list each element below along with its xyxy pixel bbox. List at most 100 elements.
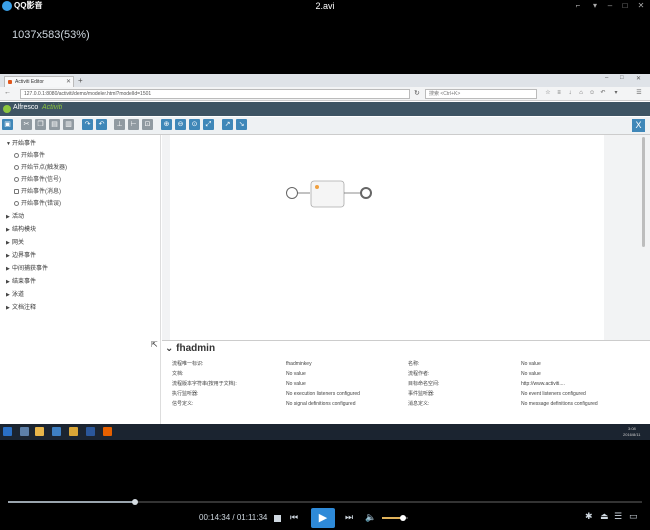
home-icon[interactable]: ⌂: [578, 90, 584, 97]
download-icon[interactable]: ↓: [567, 90, 573, 97]
menu-icon[interactable]: ▾: [588, 0, 602, 12]
prop-value[interactable]: No message definitions configured: [521, 401, 598, 408]
prop-value[interactable]: No value: [286, 381, 306, 388]
star-icon[interactable]: ☆: [545, 90, 551, 97]
prop-value[interactable]: http://www.activiti....: [521, 381, 565, 388]
firefox-icon[interactable]: [103, 427, 112, 436]
paste-icon[interactable]: ▤: [49, 119, 60, 130]
copy-icon[interactable]: ❐: [35, 119, 46, 130]
palette-category-annotations[interactable]: ▶ 文档注释: [6, 304, 36, 312]
folder-icon[interactable]: [69, 427, 78, 436]
prop-value[interactable]: No execution listeners configured: [286, 391, 360, 398]
stop-button[interactable]: [274, 515, 281, 522]
user-task-icon: [315, 185, 319, 189]
prop-value[interactable]: No event listeners configured: [521, 391, 586, 398]
start-menu-icon[interactable]: [3, 427, 12, 436]
tools-icon[interactable]: ✱: [585, 511, 593, 522]
back-icon[interactable]: ←: [4, 89, 11, 96]
canvas-scrollbar[interactable]: [642, 137, 645, 247]
search-box[interactable]: 搜索 <Ctrl+K>: [425, 89, 537, 99]
palette-category-boundary-events[interactable]: ▶ 边界事件: [6, 252, 36, 260]
pin-icon[interactable]: ⌐: [571, 0, 585, 12]
zoom-in-icon[interactable]: ⊕: [161, 119, 172, 130]
prop-label: 文档:: [172, 371, 184, 377]
browser-tab[interactable]: Activiti Editor ✕: [4, 76, 74, 87]
palette-item-message-start[interactable]: 开始事件(消息): [14, 188, 61, 196]
cut-icon[interactable]: ✂: [21, 119, 32, 130]
palette-category-start-events[interactable]: ▼开始事件: [6, 140, 36, 148]
ide-icon[interactable]: [52, 427, 61, 436]
palette-item-start-event[interactable]: 开始事件: [14, 152, 45, 160]
bend-remove-icon[interactable]: ↘: [236, 119, 247, 130]
next-button[interactable]: ⏭: [345, 512, 353, 523]
file-explorer-icon[interactable]: [35, 427, 44, 436]
volume-handle[interactable]: [399, 515, 406, 521]
hamburger-menu-icon[interactable]: ☰: [636, 90, 642, 97]
editor-toolbar: ▣ ✂ ❐ ▤ ▥ ↷ ↶ ⊥ ⊢ ⊡ ⊕ ⊖ ⊙ ⤢ ↗ ↘ X: [0, 117, 650, 135]
address-bar[interactable]: 127.0.0.1:8080/activiti/demo/modeler.htm…: [20, 89, 410, 99]
prop-value[interactable]: No signal definitions configured: [286, 401, 356, 408]
process-canvas[interactable]: [170, 135, 604, 340]
align-horizontal-icon[interactable]: ⊢: [128, 119, 139, 130]
minimize-icon[interactable]: –: [603, 0, 617, 12]
user-task-shape[interactable]: [310, 180, 345, 208]
play-button[interactable]: ▶: [311, 508, 335, 528]
eject-icon[interactable]: ⏏: [600, 511, 609, 522]
palette-item-timer-start[interactable]: 开始节点(触发器): [14, 164, 67, 172]
word-icon[interactable]: [86, 427, 95, 436]
save-model-icon[interactable]: ▣: [2, 119, 13, 130]
maximize-icon[interactable]: □: [618, 0, 632, 12]
circle-icon: [14, 153, 19, 158]
palette-category-swimlanes[interactable]: ▶ 泳道: [6, 291, 24, 299]
alfresco-logo-icon: [3, 105, 11, 113]
prop-value[interactable]: No value: [286, 371, 306, 378]
bend-add-icon[interactable]: ↗: [222, 119, 233, 130]
palette-item-error-start[interactable]: 开始事件(错误): [14, 200, 61, 208]
playlist-icon[interactable]: ☰: [614, 511, 622, 522]
redo-icon[interactable]: ↷: [82, 119, 93, 130]
task-view-icon[interactable]: [20, 427, 29, 436]
new-tab-icon[interactable]: +: [78, 76, 83, 86]
reading-list-icon[interactable]: ≡: [556, 90, 562, 97]
palette-category-end-events[interactable]: ▶ 结束事件: [6, 278, 36, 286]
zoom-out-icon[interactable]: ⊖: [175, 119, 186, 130]
canvas-area: [162, 135, 650, 340]
prop-value[interactable]: No value: [521, 371, 541, 378]
reload-icon[interactable]: ↻: [414, 89, 420, 97]
browser-close-icon[interactable]: ✕: [636, 75, 641, 82]
collapse-arrow-icon[interactable]: ⌄: [165, 343, 176, 354]
palette-category-activities[interactable]: ▶ 活动: [6, 213, 24, 221]
video-frame[interactable]: Activiti Editor ✕ + – □ ✕ ← 127.0.0.1:80…: [0, 74, 650, 440]
signal-icon: [14, 177, 19, 182]
palette-category-gateways[interactable]: ▶ 网关: [6, 239, 24, 247]
app-header: Alfresco Activiti: [0, 102, 650, 116]
browser-tab-strip: Activiti Editor ✕ + – □ ✕: [0, 74, 650, 87]
browser-maximize-icon[interactable]: □: [620, 75, 624, 81]
align-vertical-icon[interactable]: ⊥: [114, 119, 125, 130]
window-mode-icon[interactable]: ▭: [629, 511, 638, 522]
palette-category-intermediate-catch[interactable]: ▶ 中间捕获事件: [6, 265, 48, 273]
delete-icon[interactable]: ▥: [63, 119, 74, 130]
tab-close-icon[interactable]: ✕: [66, 77, 71, 87]
undo-icon[interactable]: ↶: [96, 119, 107, 130]
start-event-shape[interactable]: [286, 187, 298, 199]
seek-bar[interactable]: [8, 499, 642, 505]
zoom-actual-icon[interactable]: ⊙: [189, 119, 200, 130]
close-editor-button[interactable]: X: [632, 119, 645, 132]
previous-button[interactable]: ⏮: [290, 512, 298, 523]
volume-icon[interactable]: 🔈: [365, 512, 376, 523]
prop-value[interactable]: No value: [521, 361, 541, 368]
same-size-icon[interactable]: ⊡: [142, 119, 153, 130]
prop-value[interactable]: fhadminkey: [286, 361, 312, 368]
zoom-fit-icon[interactable]: ⤢: [203, 119, 214, 130]
volume-slider[interactable]: [382, 515, 408, 521]
end-event-shape[interactable]: [360, 187, 372, 199]
close-icon[interactable]: ✕: [634, 0, 648, 12]
dropdown-icon[interactable]: ▾: [613, 90, 619, 97]
browser-minimize-icon[interactable]: –: [605, 75, 608, 81]
undo-arrow-icon[interactable]: ↶: [600, 90, 606, 97]
palette-item-signal-start[interactable]: 开始事件(信号): [14, 176, 61, 184]
chat-icon[interactable]: ☺: [589, 90, 595, 97]
palette-category-structural[interactable]: ▶ 结构模块: [6, 226, 36, 234]
seek-handle[interactable]: [131, 499, 138, 505]
